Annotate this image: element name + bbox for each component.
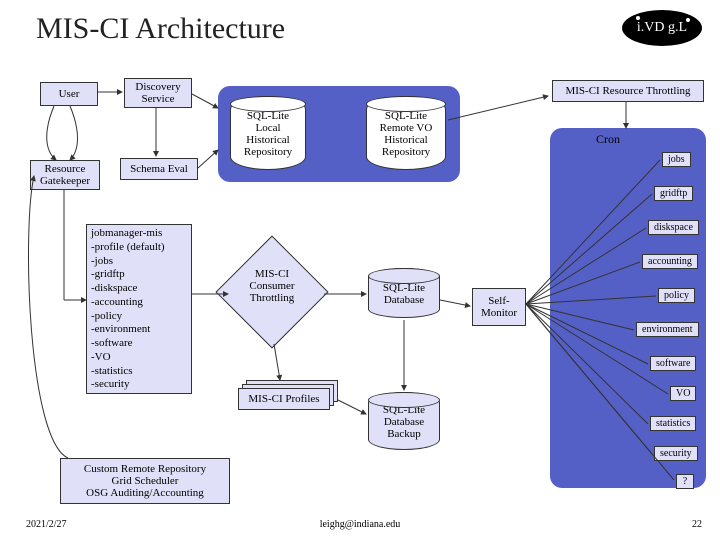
schema-eval-box: Schema Eval bbox=[120, 158, 198, 180]
self-monitor-box: Self- Monitor bbox=[472, 288, 526, 326]
resource-gatekeeper-box: Resource Gatekeeper bbox=[30, 160, 100, 190]
tag-diskspace: diskspace bbox=[648, 220, 699, 235]
tag-question: ? bbox=[676, 474, 694, 489]
consumer-throttling-diamond: MIS-CI Consumer Throttling bbox=[220, 240, 324, 344]
sqlite-db-cyl: SQL-Lite Database bbox=[368, 268, 440, 318]
page-title: MIS-CI Architecture bbox=[36, 12, 285, 46]
custom-remote-box: Custom Remote Repository Grid Scheduler … bbox=[60, 458, 230, 504]
sqlite-remote-cyl: SQL-Lite Remote VO Historical Repository bbox=[366, 96, 446, 170]
jobmanager-note: jobmanager-mis -profile (default) -jobs … bbox=[86, 224, 192, 394]
footer-email: leighg@indiana.edu bbox=[0, 519, 720, 530]
tag-gridftp: gridftp bbox=[654, 186, 693, 201]
cron-backdrop bbox=[550, 128, 706, 488]
ivdgl-logo: i.VD g.L bbox=[622, 10, 702, 46]
tag-accounting: accounting bbox=[642, 254, 698, 269]
tag-environment: environment bbox=[636, 322, 699, 337]
tag-software: software bbox=[650, 356, 696, 371]
tag-vo: VO bbox=[670, 386, 696, 401]
user-box: User bbox=[40, 82, 98, 106]
cron-label: Cron bbox=[596, 132, 620, 147]
discovery-box: Discovery Service bbox=[124, 78, 192, 108]
mis-ci-throttling-box: MIS-CI Resource Throttling bbox=[552, 80, 704, 102]
tag-security: security bbox=[654, 446, 698, 461]
sqlite-backup-cyl: SQL-Lite Database Backup bbox=[368, 392, 440, 450]
tag-policy: policy bbox=[658, 288, 695, 303]
tag-jobs: jobs bbox=[662, 152, 691, 167]
tag-statistics: statistics bbox=[650, 416, 696, 431]
sqlite-local-cyl: SQL-Lite Local Historical Repository bbox=[230, 96, 306, 170]
footer-page: 22 bbox=[692, 519, 702, 530]
